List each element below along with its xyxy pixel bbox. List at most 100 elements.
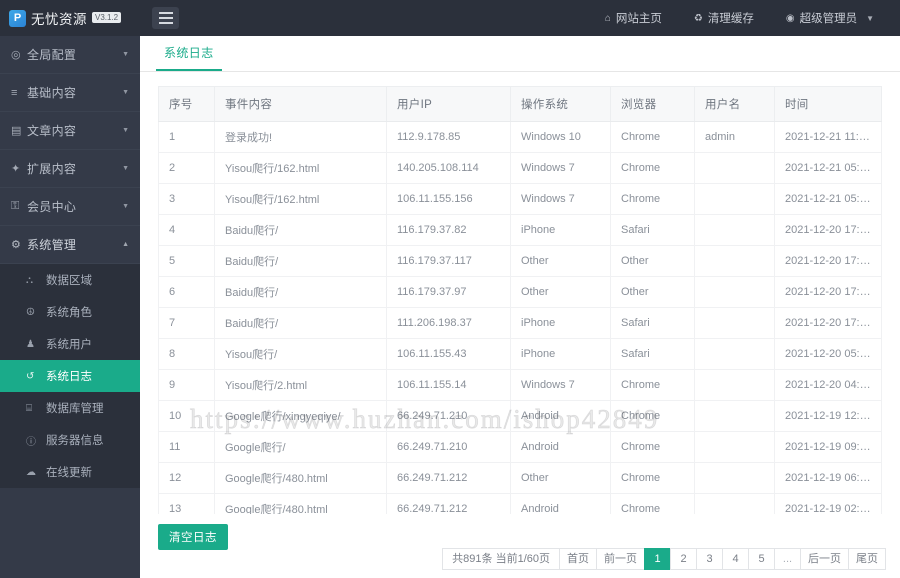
cell-event: Yisou爬行/162.html: [214, 152, 387, 184]
cell-event: Google爬行/480.html: [214, 462, 387, 494]
cell-time: 2021-12-19 12:50:36: [774, 400, 882, 432]
tab-system-log[interactable]: 系统日志: [156, 44, 222, 71]
top-bar: P 无忧资源 V3.1.2 ⌂ 网站主页 ♻ 清理缓存 ◉ 超级管理员 ▼: [0, 0, 900, 36]
document-icon: ▤: [11, 125, 22, 137]
menu-toggle-button[interactable]: [152, 7, 179, 29]
pagination-page-1[interactable]: 1: [644, 548, 670, 570]
cell-username: [694, 214, 775, 246]
brand-logo[interactable]: P 无忧资源 V3.1.2: [0, 0, 140, 36]
sidebar-item-base-content[interactable]: ≡ 基础内容 ▼: [0, 74, 140, 112]
clear-log-button[interactable]: 清空日志: [158, 524, 228, 550]
chevron-down-icon: ▼: [866, 13, 874, 23]
cell-index: 1: [158, 121, 215, 153]
chevron-down-icon: ▼: [122, 51, 129, 58]
shield-icon: ☮: [26, 306, 35, 318]
cell-username: [694, 462, 775, 494]
cell-user-ip: 112.9.178.85: [386, 121, 511, 153]
pagination-last[interactable]: 尾页: [848, 548, 886, 570]
cell-time: 2021-12-21 05:10:17: [774, 183, 882, 215]
topbar-item-clear-cache-label: 清理缓存: [707, 13, 754, 25]
topbar-item-account[interactable]: ◉ 超级管理员 ▼: [770, 0, 890, 36]
cell-event: Baidu爬行/: [214, 214, 387, 246]
sidebar-subitem-system-role[interactable]: ☮ 系统角色: [0, 296, 140, 328]
cell-username: [694, 338, 775, 370]
sidebar-submenu-system: ⛬ 数据区域 ☮ 系统角色 ♟ 系统用户 ↺ 系统日志 ⌸ 数据库管理 ⓘ 服务…: [0, 264, 140, 488]
cell-event: Google爬行/: [214, 431, 387, 463]
topbar-item-home-label: 网站主页: [615, 13, 662, 25]
cell-os: Windows 7: [510, 152, 611, 184]
table-row: 9 Yisou爬行/2.html 106.11.155.14 Windows 7 Chr…: [158, 369, 882, 401]
cell-browser: Chrome: [610, 183, 695, 215]
topbar-item-home[interactable]: ⌂ 网站主页: [589, 0, 678, 36]
sidebar-subitem-label: 系统日志: [46, 371, 92, 383]
cell-index: 9: [158, 369, 215, 401]
cell-user-ip: 116.179.37.97: [386, 276, 511, 308]
sidebar-subitem-label: 在线更新: [46, 467, 92, 479]
table-row: 10 Google爬行/xingyeqiye/66.249.71.210 Andro…: [158, 400, 882, 432]
column-header-event: 事件内容: [214, 86, 387, 122]
sidebar-item-article-content[interactable]: ▤ 文章内容 ▼: [0, 112, 140, 150]
pagination-page-3[interactable]: 3: [696, 548, 722, 570]
sidebar-item-global-config[interactable]: ◎ 全局配置 ▼: [0, 36, 140, 74]
pagination-next[interactable]: 后一页: [800, 548, 848, 570]
main-content: 系统日志 序号 事件内容 用户IP 操作系统 浏览器 用户名 时间 1 登录成功!…: [140, 36, 900, 578]
cell-username: [694, 245, 775, 277]
cell-browser: Chrome: [610, 431, 695, 463]
table-row: 2 Yisou爬行/162.html 140.205.108.114 Windows …: [158, 152, 882, 184]
log-table-head: 序号 事件内容 用户IP 操作系统 浏览器 用户名 时间: [158, 86, 882, 122]
table-row: 12 Google爬行/480.html 66.249.71.212 Other Chr…: [158, 462, 882, 494]
cell-user-ip: 66.249.71.210: [386, 400, 511, 432]
column-header-user-ip: 用户IP: [386, 86, 511, 122]
log-table-container: 序号 事件内容 用户IP 操作系统 浏览器 用户名 时间 1 登录成功! 112.9…: [140, 72, 900, 578]
cell-time: 2021-12-20 17:44:58: [774, 214, 882, 246]
cell-browser: Chrome: [610, 462, 695, 494]
user-circle-icon: ◉: [785, 12, 795, 24]
pagination-prev[interactable]: 前一页: [596, 548, 644, 570]
cell-user-ip: 116.179.37.82: [386, 214, 511, 246]
sidebar-subitem-server-info[interactable]: ⓘ 服务器信息: [0, 424, 140, 456]
sidebar-item-label: 文章内容: [27, 124, 77, 138]
history-icon: ↺: [26, 370, 35, 382]
sidebar-item-extension-content[interactable]: ✦ 扩展内容 ▼: [0, 150, 140, 188]
lock-icon: ⚿: [11, 200, 20, 212]
sidebar-item-label: 全局配置: [27, 48, 77, 62]
cell-index: 8: [158, 338, 215, 370]
cell-index: 7: [158, 307, 215, 339]
cell-os: Other: [510, 245, 611, 277]
pagination-page-4[interactable]: 4: [722, 548, 748, 570]
sidebar-subitem-database-management[interactable]: ⌸ 数据库管理: [0, 392, 140, 424]
cell-browser: Chrome: [610, 152, 695, 184]
cell-user-ip: 106.11.155.156: [386, 183, 511, 215]
table-row: 6 Baidu爬行/116.179.37.97 Other Other 2021-12-…: [158, 276, 882, 308]
cell-time: 2021-12-19 06:33:00: [774, 462, 882, 494]
sidebar-item-system-management[interactable]: ⚙ 系统管理 ▲: [0, 226, 140, 264]
column-header-username: 用户名: [694, 86, 775, 122]
table-header-row: 序号 事件内容 用户IP 操作系统 浏览器 用户名 时间: [158, 86, 882, 122]
trash-icon: ♻: [693, 12, 703, 24]
cell-user-ip: 66.249.71.210: [386, 431, 511, 463]
pagination-ellipsis: ...: [774, 548, 800, 570]
cell-index: 4: [158, 214, 215, 246]
column-header-browser: 浏览器: [610, 86, 695, 122]
topbar-item-clear-cache[interactable]: ♻ 清理缓存: [678, 0, 770, 36]
sidebar-subitem-online-update[interactable]: ☁ 在线更新: [0, 456, 140, 488]
cell-os: iPhone: [510, 307, 611, 339]
cell-user-ip: 140.205.108.114: [386, 152, 511, 184]
pagination-page-5[interactable]: 5: [748, 548, 774, 570]
pagination-page-2[interactable]: 2: [670, 548, 696, 570]
cell-username: [694, 400, 775, 432]
cell-os: Android: [510, 431, 611, 463]
cell-index: 2: [158, 152, 215, 184]
sidebar-subitem-label: 系统用户: [46, 339, 92, 351]
sidebar-subitem-system-log[interactable]: ↺ 系统日志: [0, 360, 140, 392]
sidebar-item-member-center[interactable]: ⚿ 会员中心 ▼: [0, 188, 140, 226]
cell-user-ip: 116.179.37.117: [386, 245, 511, 277]
sidebar-subitem-data-region[interactable]: ⛬ 数据区域: [0, 264, 140, 296]
pagination-first[interactable]: 首页: [559, 548, 596, 570]
cell-time: 2021-12-20 17:44:42: [774, 307, 882, 339]
sidebar-subitem-label: 服务器信息: [46, 435, 104, 447]
cell-os: Windows 10: [510, 121, 611, 153]
cell-username: admin: [694, 121, 775, 153]
column-header-os: 操作系统: [510, 86, 611, 122]
sidebar-subitem-system-user[interactable]: ♟ 系统用户: [0, 328, 140, 360]
